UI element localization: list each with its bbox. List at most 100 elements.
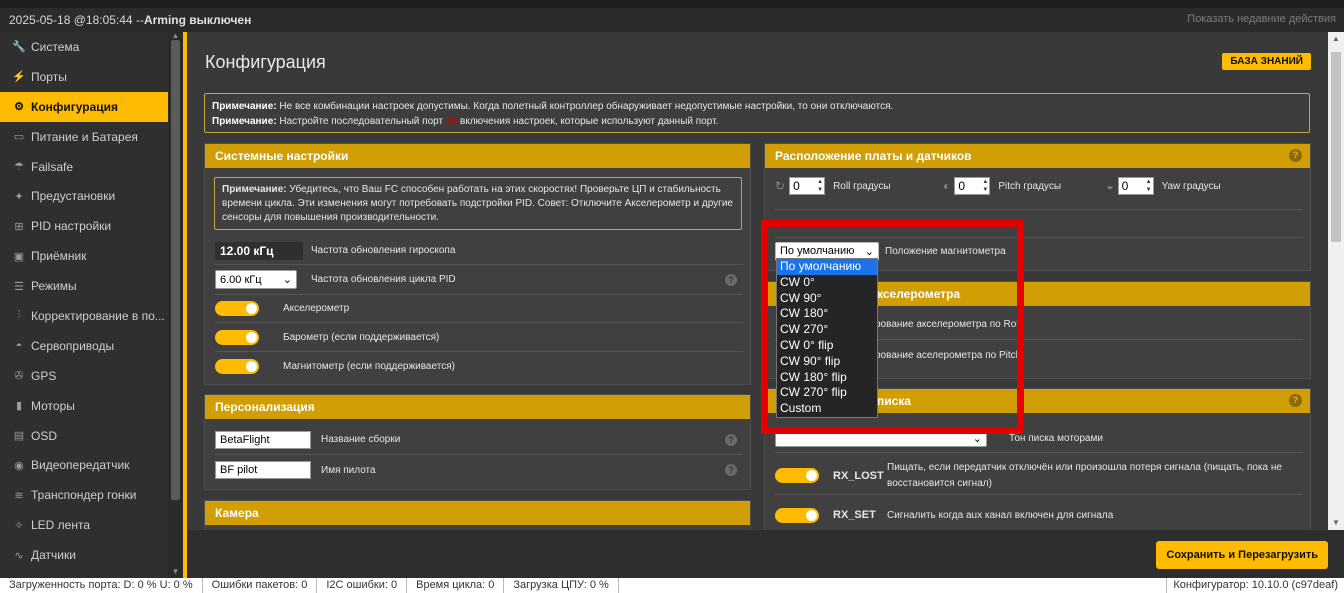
sidebar-item-3[interactable]: ⚙ Конфигурация xyxy=(0,91,168,122)
scroll-down-icon[interactable]: ▼ xyxy=(1330,518,1342,528)
window-top-strip xyxy=(0,0,1344,8)
pilot-name-input[interactable]: BF pilot xyxy=(215,461,311,479)
magnetometer-toggle[interactable] xyxy=(215,359,259,374)
header-date: 2025-05-18 @18:05:44 -- xyxy=(9,13,144,27)
osd-icon: ▤ xyxy=(13,430,25,443)
sidebar-item-label: Приёмник xyxy=(31,249,87,264)
rx-set-description: Сигналить когда aux канал включен для си… xyxy=(887,509,1114,521)
sidebar-scroll-thumb[interactable] xyxy=(171,40,180,500)
configurator-version: Конфигуратор: 10.10.0 (c97deaf) xyxy=(1166,578,1344,593)
receiver-icon: ▣ xyxy=(13,250,25,263)
sidebar-item-4[interactable]: ▭ Питание и Батарея xyxy=(0,122,168,152)
save-reboot-button[interactable]: Сохранить и Перезагрузить xyxy=(1156,541,1328,569)
yaw-value[interactable]: 0 xyxy=(1117,177,1154,195)
barometer-toggle[interactable] xyxy=(215,329,259,345)
page-title: Конфигурация xyxy=(205,52,326,72)
help-icon[interactable]: ? xyxy=(725,273,737,286)
knowledge-base-button[interactable]: БАЗА ЗНАНИЙ xyxy=(1222,53,1311,70)
note-text: Не все комбинации настроек допустимы. Ко… xyxy=(276,101,894,112)
panel-title-text: Расположение платы и датчиков xyxy=(775,149,972,163)
alignment-row: ↻ 0 Roll градусы ◐ 0 Pitch градусы ◒ 0 Y… xyxy=(775,176,1303,196)
system-note: Примечание: Убедитесь, что Ваш FC способ… xyxy=(214,177,742,230)
sidebar-item-label: Failsafe xyxy=(31,159,74,174)
pitch-icon: ◐ xyxy=(943,179,951,193)
panel-title: Расположение платы и датчиков ? xyxy=(765,144,1310,168)
app-header: 2025-05-18 @18:05:44 -- Arming выключен … xyxy=(0,8,1344,32)
sidebar-item-18[interactable]: ∿ Датчики xyxy=(0,540,168,570)
main-scrollbar[interactable]: ▲ ▼ xyxy=(1328,32,1344,530)
sidebar-item-label: Режимы xyxy=(31,279,77,294)
accelerometer-toggle[interactable] xyxy=(215,301,259,316)
arming-status: Arming выключен xyxy=(143,13,252,27)
sidebar-item-label: Питание и Батарея xyxy=(31,129,138,144)
pid-loop-select[interactable]: 6.00 кГц ⌄ xyxy=(215,270,297,289)
sidebar-item-2[interactable]: ⚡ Порты xyxy=(0,62,168,92)
accelerometer-label: Акселерометр xyxy=(283,303,350,314)
sidebar-item-11[interactable]: ◓ Сервоприводы xyxy=(0,331,168,361)
sidebar-item-label: Моторы xyxy=(31,398,75,413)
rx-lost-toggle[interactable] xyxy=(775,468,819,483)
sidebar-item-label: Порты xyxy=(31,69,67,84)
panel-title: Персонализация xyxy=(205,395,750,419)
pitch-value[interactable]: 0 xyxy=(954,177,991,195)
note-text: включения настроек, которые используют д… xyxy=(457,116,719,127)
port-load-status: Загруженность порта: D: 0 % U: 0 % xyxy=(0,578,203,593)
sidebar-item-8[interactable]: ▣ Приёмник xyxy=(0,241,168,271)
sidebar-item-6[interactable]: ✦ Предустановки xyxy=(0,181,168,211)
note-text: Убедитесь, что Ваш FC способен работать … xyxy=(222,184,733,223)
accel-row: Акселерометр xyxy=(215,295,743,323)
rx-set-row: RX_SET Сигналить когда aux канал включен… xyxy=(775,501,1303,529)
plug-icon: ⚡ xyxy=(12,71,26,84)
note-label: Примечание: xyxy=(212,101,277,112)
sidebar-item-10[interactable]: ⫶ Корректирование в по... xyxy=(0,301,168,331)
pid-row: 6.00 кГц ⌄ Частота обновления цикла PID ? xyxy=(215,265,743,295)
pid-loop-value: 6.00 кГц xyxy=(220,273,262,286)
cpu-load-status: Загрузка ЦПУ: 0 % xyxy=(504,578,619,593)
scroll-up-icon[interactable]: ▲ xyxy=(1330,34,1342,44)
sidebar-item-9[interactable]: ☰ Режимы xyxy=(0,271,168,301)
sidebar-item-5[interactable]: ☂ Failsafe xyxy=(0,152,168,182)
sidebar-item-16[interactable]: ≋ Транспондер гонки xyxy=(0,480,168,510)
pitch-input[interactable]: 0 xyxy=(954,177,991,195)
battery-icon: ▭ xyxy=(13,131,25,144)
baro-row: Барометр (если поддерживается) xyxy=(215,323,743,352)
yaw-input[interactable]: 0 xyxy=(1117,177,1154,195)
pilot-name-label: Имя пилота xyxy=(321,464,376,476)
sidebar-item-17[interactable]: ✧ LED лента xyxy=(0,510,168,540)
roll-value[interactable]: 0 xyxy=(789,177,826,195)
help-icon[interactable]: ? xyxy=(1289,394,1302,407)
scroll-down-icon[interactable]: ▼ xyxy=(171,568,180,576)
pitch-label: Pitch градусы xyxy=(998,180,1062,192)
sidebar-item-7[interactable]: ⊞ PID настройки xyxy=(0,211,168,241)
note-label: Примечание: xyxy=(212,116,277,127)
sidebar-item-label: Видеопередатчик xyxy=(31,458,130,473)
divider xyxy=(775,209,1303,210)
notice-box: Примечание: Не все комбинации настроек д… xyxy=(204,93,1310,133)
note-label: Примечание: xyxy=(222,184,287,195)
sidebar-item-13[interactable]: ▮ Моторы xyxy=(0,391,168,421)
yaw-icon: ◒ xyxy=(1106,179,1114,193)
sidebar-scrollbar[interactable]: ▲ ▼ xyxy=(168,32,183,578)
help-icon[interactable]: ? xyxy=(725,464,737,476)
build-name-label: Название сборки xyxy=(321,434,401,445)
roll-input[interactable]: 0 xyxy=(789,177,826,195)
sidebar-item-label: Система xyxy=(31,39,80,54)
main-scroll-thumb[interactable] xyxy=(1331,52,1341,242)
magnetometer-label: Магнитометр (если поддерживается) xyxy=(283,361,455,372)
recent-actions-link[interactable]: Показать недавние действия xyxy=(1187,13,1336,25)
barometer-label: Барометр (если поддерживается) xyxy=(283,331,440,343)
yaw-label: Yaw градусы xyxy=(1161,180,1221,192)
sidebar-item-15[interactable]: ◉ Видеопередатчик xyxy=(0,450,168,480)
help-icon[interactable]: ? xyxy=(1289,149,1302,162)
pulse-icon: ∿ xyxy=(14,549,24,562)
sidebar: 🔧 Система ⚡ Порты ⚙ Конфигурация ▭ Питание и Ба… xyxy=(0,32,168,578)
sidebar-item-label: Предустановки xyxy=(31,189,116,204)
sidebar-item-14[interactable]: ▤ OSD xyxy=(0,421,168,451)
build-name-input[interactable]: BetaFlight xyxy=(215,430,311,449)
scroll-up-icon[interactable]: ▲ xyxy=(171,32,180,40)
sidebar-item-12[interactable]: ✇ GPS xyxy=(0,361,168,391)
sidebar-item-1[interactable]: 🔧 Система xyxy=(0,32,168,62)
help-icon[interactable]: ? xyxy=(725,433,737,446)
pid-loop-label: Частота обновления цикла PID xyxy=(311,274,456,285)
rx-set-toggle[interactable] xyxy=(775,507,819,523)
